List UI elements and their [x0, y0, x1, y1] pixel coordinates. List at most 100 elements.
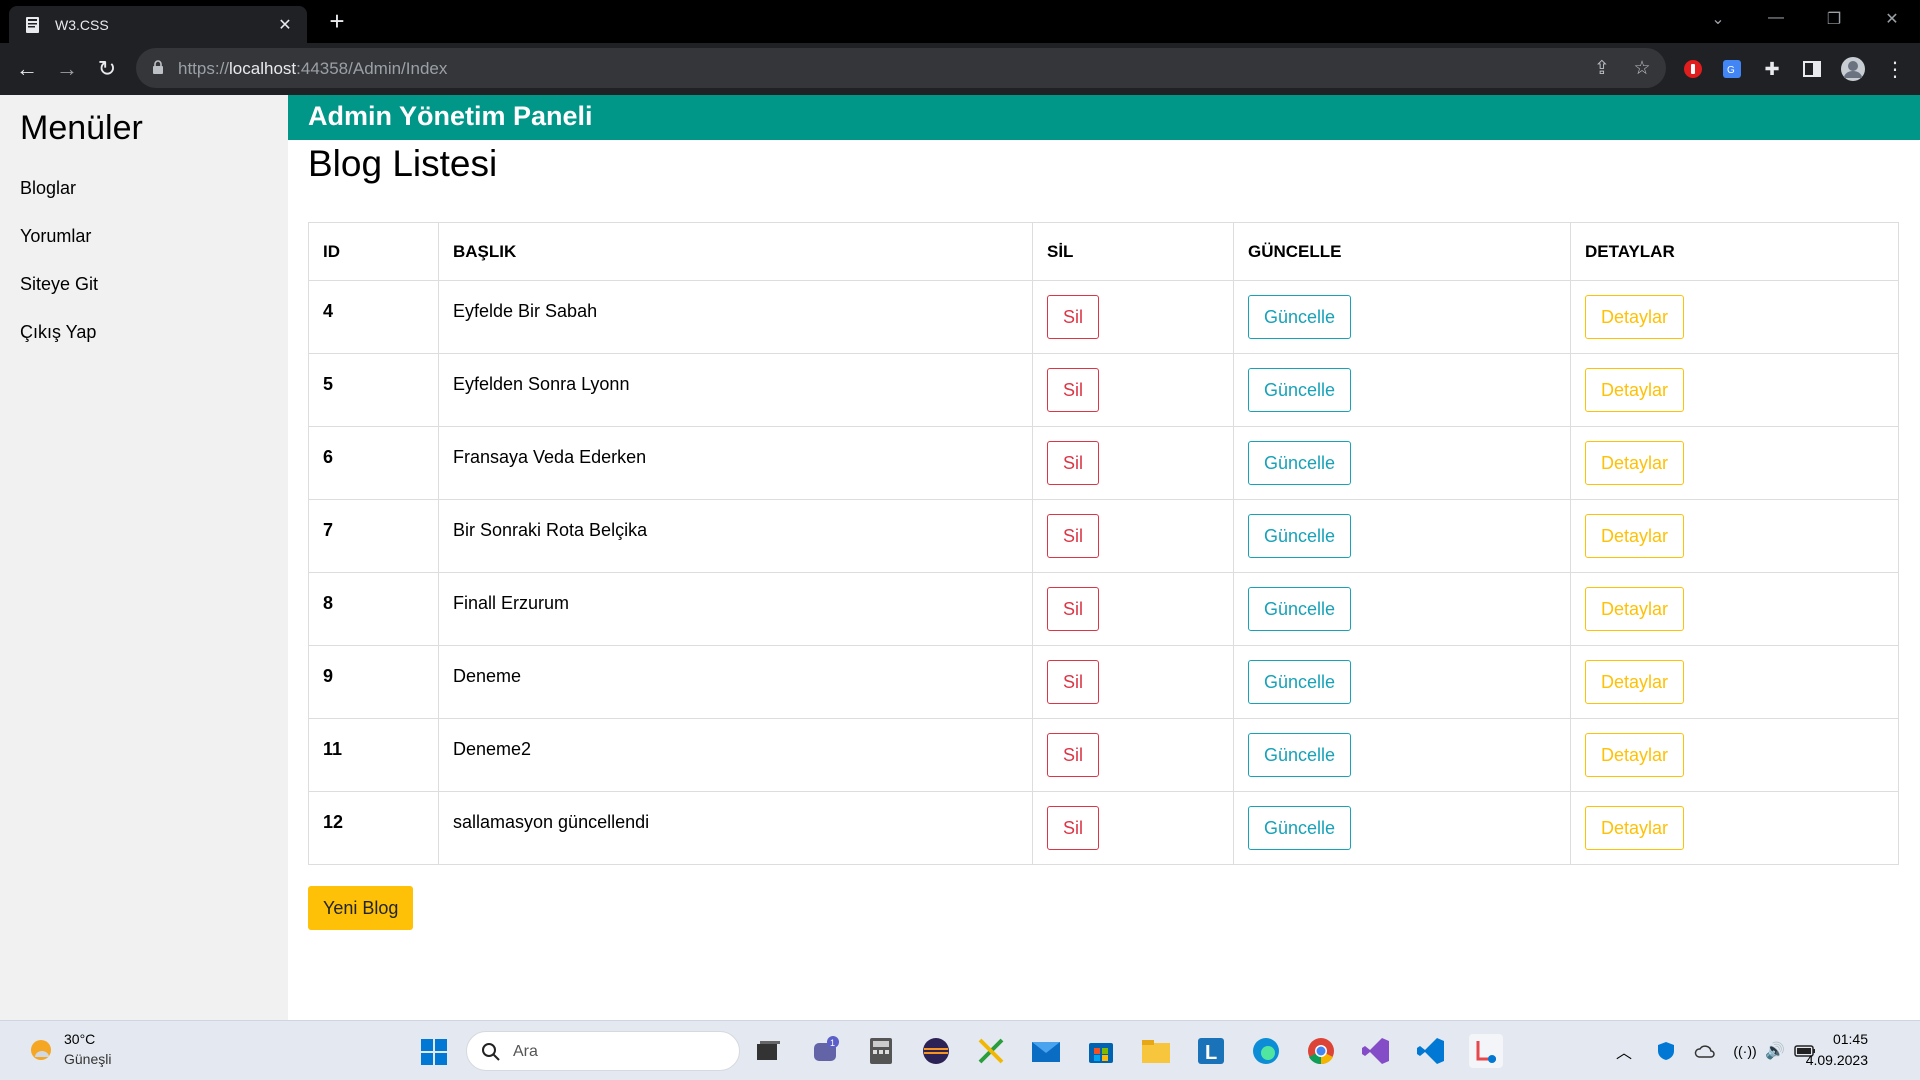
vscode-icon[interactable] [1414, 1034, 1448, 1068]
file-explorer-icon[interactable] [1139, 1034, 1173, 1068]
address-bar[interactable]: https://localhost:44358/Admin/Index ⇪ ☆ [136, 48, 1666, 88]
browser-tab[interactable]: W3.CSS ✕ [9, 6, 307, 43]
delete-cell: Sil [1032, 572, 1234, 646]
admin-header: Admin Yönetim Paneli [288, 95, 1920, 140]
details-button[interactable]: Detaylar [1585, 587, 1685, 631]
bookmark-star-icon[interactable]: ☆ [1631, 57, 1653, 80]
details-button[interactable]: Detaylar [1585, 733, 1685, 777]
update-button[interactable]: Güncelle [1248, 368, 1352, 412]
update-button[interactable]: Güncelle [1248, 514, 1352, 558]
taskbar: 30°C Güneşli Ara 1 L ︿ ((·)) 🔊 01:45 4.0… [0, 1020, 1920, 1080]
forward-icon[interactable]: → [54, 56, 80, 82]
profile-avatar[interactable] [1840, 56, 1866, 82]
page-icon [26, 16, 39, 33]
update-cell: Güncelle [1233, 718, 1571, 792]
volume-icon[interactable]: 🔊 [1764, 1040, 1786, 1062]
svg-text:L: L [1205, 1042, 1217, 1064]
details-cell: Detaylar [1570, 499, 1899, 573]
calculator-icon[interactable] [864, 1034, 898, 1068]
update-cell: Güncelle [1233, 426, 1571, 500]
new-tab-icon[interactable]: + [324, 8, 350, 34]
extension-red-icon[interactable] [1680, 56, 1706, 82]
row-id: 8 [308, 572, 439, 646]
details-button[interactable]: Detaylar [1585, 514, 1685, 558]
update-button[interactable]: Güncelle [1248, 660, 1352, 704]
details-cell: Detaylar [1570, 353, 1899, 427]
column-header-delete: SİL [1032, 222, 1234, 281]
snipping-tool-icon[interactable] [1469, 1034, 1503, 1068]
teams-chat-icon[interactable]: 1 [809, 1034, 843, 1068]
table-row: 6 Fransaya Veda Ederken Sil Güncelle Detayla… [308, 426, 1899, 500]
mail-icon[interactable] [1029, 1034, 1063, 1068]
wifi-icon[interactable]: ((·)) [1733, 1040, 1756, 1062]
delete-button[interactable]: Sil [1047, 368, 1100, 412]
sidebar-item-siteye-git[interactable]: Siteye Git [20, 274, 98, 295]
details-button[interactable]: Detaylar [1585, 441, 1685, 485]
share-icon[interactable]: ⇪ [1591, 57, 1613, 80]
table-row: 12 sallamasyon güncellendi Sil Güncelle Deta… [308, 791, 1899, 865]
delete-button[interactable]: Sil [1047, 660, 1100, 704]
row-id: 11 [308, 718, 439, 792]
update-button[interactable]: Güncelle [1248, 295, 1352, 339]
new-blog-button[interactable]: Yeni Blog [308, 886, 414, 930]
row-title: sallamasyon güncellendi [438, 791, 1033, 865]
snipping-app-icon[interactable] [974, 1034, 1008, 1068]
sidebar-item-bloglar[interactable]: Bloglar [20, 178, 76, 199]
update-button[interactable]: Güncelle [1248, 441, 1352, 485]
table-body: 4 Eyfelde Bir Sabah Sil Güncelle Detaylar 5 Ey… [308, 280, 1899, 865]
sidebar: Menüler Bloglar Yorumlar Siteye Git Çıkı… [0, 95, 288, 1020]
clock-date[interactable]: 4.09.2023 [1806, 1052, 1868, 1068]
tab-close-icon[interactable]: ✕ [277, 15, 293, 35]
restore-icon[interactable]: ❐ [1824, 9, 1844, 29]
eclipse-icon[interactable] [919, 1034, 953, 1068]
defender-shield-icon[interactable] [1655, 1040, 1677, 1062]
update-button[interactable]: Güncelle [1248, 806, 1352, 850]
browser-menu-icon[interactable]: ⋮ [1882, 56, 1908, 82]
sunny-weather-icon[interactable] [26, 1035, 56, 1065]
chrome-icon[interactable] [1304, 1034, 1338, 1068]
row-title: Eyfelden Sonra Lyonn [438, 353, 1033, 427]
visual-studio-icon[interactable] [1359, 1034, 1393, 1068]
close-window-icon[interactable]: ✕ [1882, 9, 1902, 29]
back-icon[interactable]: ← [14, 56, 40, 82]
microsoft-store-icon[interactable] [1084, 1034, 1118, 1068]
sidebar-item-cikis-yap[interactable]: Çıkış Yap [20, 322, 96, 343]
update-cell: Güncelle [1233, 645, 1571, 719]
details-button[interactable]: Detaylar [1585, 806, 1685, 850]
table-header-row: ID BAŞLIK SİL GÜNCELLE DETAYLAR [308, 222, 1899, 281]
task-view-icon[interactable] [751, 1034, 785, 1068]
update-button[interactable]: Güncelle [1248, 733, 1352, 777]
details-button[interactable]: Detaylar [1585, 295, 1685, 339]
table-row: 7 Bir Sonraki Rota Belçika Sil Güncelle Deta… [308, 499, 1899, 573]
delete-button[interactable]: Sil [1047, 806, 1100, 850]
reload-icon[interactable]: ↻ [94, 56, 120, 82]
taskbar-search-box[interactable]: Ara [466, 1031, 740, 1071]
delete-button[interactable]: Sil [1047, 587, 1100, 631]
minimize-icon[interactable]: — [1766, 9, 1786, 27]
onedrive-icon[interactable] [1694, 1040, 1716, 1062]
delete-button[interactable]: Sil [1047, 733, 1100, 777]
delete-button[interactable]: Sil [1047, 514, 1100, 558]
edge-icon[interactable] [1249, 1034, 1283, 1068]
show-hidden-icons-icon[interactable]: ︿ [1613, 1040, 1635, 1062]
weather-temperature: 30°C [64, 1031, 96, 1047]
sidebar-item-yorumlar[interactable]: Yorumlar [20, 226, 91, 247]
update-cell: Güncelle [1233, 499, 1571, 573]
details-button[interactable]: Detaylar [1585, 368, 1685, 412]
extensions-puzzle-icon[interactable]: ✚ [1759, 56, 1785, 82]
table-row: 11 Deneme2 Sil Güncelle Detaylar [308, 718, 1899, 792]
table-row: 4 Eyfelde Bir Sabah Sil Güncelle Detaylar [308, 280, 1899, 354]
translate-icon[interactable]: G [1719, 56, 1745, 82]
row-title: Bir Sonraki Rota Belçika [438, 499, 1033, 573]
page-title: Blog Listesi [308, 143, 498, 184]
side-panel-icon[interactable] [1799, 56, 1825, 82]
details-button[interactable]: Detaylar [1585, 660, 1685, 704]
l-app-icon[interactable]: L [1194, 1034, 1228, 1068]
delete-button[interactable]: Sil [1047, 441, 1100, 485]
tab-search-icon[interactable]: ⌄ [1708, 9, 1728, 29]
clock-time[interactable]: 01:45 [1833, 1031, 1868, 1047]
delete-cell: Sil [1032, 280, 1234, 354]
update-button[interactable]: Güncelle [1248, 587, 1352, 631]
windows-start-icon[interactable] [420, 1038, 448, 1066]
delete-button[interactable]: Sil [1047, 295, 1100, 339]
